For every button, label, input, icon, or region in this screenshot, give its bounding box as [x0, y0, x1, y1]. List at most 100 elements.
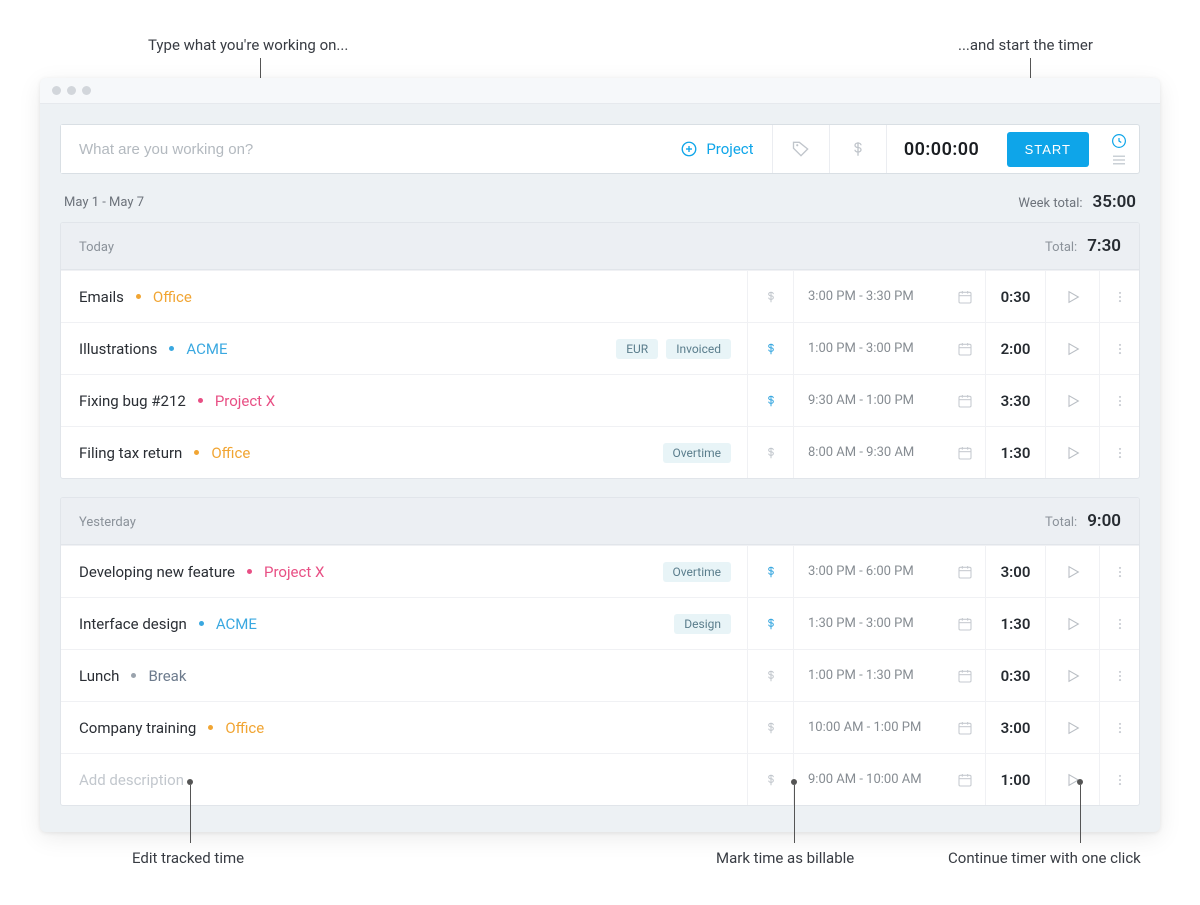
date-picker-button[interactable] — [945, 323, 985, 374]
project-bullet — [198, 398, 203, 403]
entry-menu-button[interactable] — [1099, 650, 1139, 701]
more-vertical-icon — [1113, 392, 1127, 410]
billable-toggle[interactable] — [747, 754, 793, 805]
continue-button[interactable] — [1045, 323, 1099, 374]
timer-display[interactable]: 00:00:00 — [887, 125, 997, 173]
continue-button[interactable] — [1045, 375, 1099, 426]
entry-menu-button[interactable] — [1099, 702, 1139, 753]
tag[interactable]: Design — [674, 614, 731, 634]
entry-duration[interactable]: 1:30 — [985, 598, 1045, 649]
entry-menu-button[interactable] — [1099, 271, 1139, 322]
tag[interactable]: Invoiced — [666, 339, 731, 359]
start-button[interactable]: START — [1007, 132, 1089, 167]
tracker-bar: Project 00:00:00 S — [60, 124, 1140, 174]
entry-project[interactable]: Project X — [215, 392, 275, 410]
entry-menu-button[interactable] — [1099, 546, 1139, 597]
entry-project[interactable]: Break — [148, 667, 186, 685]
tag[interactable]: EUR — [616, 339, 658, 359]
calendar-icon — [957, 772, 973, 788]
more-vertical-icon — [1113, 667, 1127, 685]
entry-project[interactable]: Project X — [264, 563, 324, 581]
billable-toggle[interactable] — [747, 598, 793, 649]
date-picker-button[interactable] — [945, 754, 985, 805]
entry-description[interactable]: Emails — [79, 288, 124, 306]
entry-description[interactable]: Interface design — [79, 615, 187, 633]
billable-toggle[interactable] — [747, 271, 793, 322]
entry-duration[interactable]: 0:30 — [985, 271, 1045, 322]
task-input[interactable] — [61, 125, 662, 173]
entry-description[interactable]: Illustrations — [79, 340, 157, 358]
entry-duration[interactable]: 3:30 — [985, 375, 1045, 426]
entry-duration[interactable]: 1:00 — [985, 754, 1045, 805]
entry-time-range[interactable]: 1:00 PM - 3:00 PM — [793, 323, 945, 374]
project-select[interactable]: Project — [662, 125, 771, 173]
date-picker-button[interactable] — [945, 546, 985, 597]
time-entry: Illustrations ACME EUR Invoiced 1:00 PM - 3:… — [61, 322, 1139, 374]
entry-project[interactable]: Office — [211, 444, 250, 462]
entry-duration[interactable]: 3:00 — [985, 702, 1045, 753]
entry-description[interactable]: Fixing bug #212 — [79, 392, 186, 410]
clock-icon[interactable] — [1110, 132, 1128, 150]
entry-time-range[interactable]: 8:00 AM - 9:30 AM — [793, 427, 945, 478]
date-picker-button[interactable] — [945, 271, 985, 322]
continue-button[interactable] — [1045, 598, 1099, 649]
entry-project[interactable]: ACME — [216, 615, 257, 633]
entry-menu-button[interactable] — [1099, 754, 1139, 805]
tag[interactable]: Overtime — [663, 443, 731, 463]
date-picker-button[interactable] — [945, 702, 985, 753]
time-entry: Company training Office 10:00 AM - 1:00 PM… — [61, 701, 1139, 753]
entry-description[interactable]: Add description — [79, 771, 184, 789]
billable-toggle[interactable] — [747, 702, 793, 753]
continue-button[interactable] — [1045, 427, 1099, 478]
list-icon[interactable] — [1110, 154, 1128, 166]
more-vertical-icon — [1113, 771, 1127, 789]
date-picker-button[interactable] — [945, 427, 985, 478]
billable-toggle[interactable] — [747, 375, 793, 426]
entry-time-range[interactable]: 9:00 AM - 10:00 AM — [793, 754, 945, 805]
billable-toggle[interactable] — [747, 323, 793, 374]
entry-project[interactable]: ACME — [186, 340, 227, 358]
project-bullet — [247, 569, 252, 574]
entry-duration[interactable]: 1:30 — [985, 427, 1045, 478]
billable-toggle[interactable] — [747, 650, 793, 701]
date-picker-button[interactable] — [945, 598, 985, 649]
entry-menu-button[interactable] — [1099, 375, 1139, 426]
continue-button[interactable] — [1045, 650, 1099, 701]
continue-button[interactable] — [1045, 546, 1099, 597]
entry-menu-button[interactable] — [1099, 427, 1139, 478]
continue-button[interactable] — [1045, 754, 1099, 805]
billable-button[interactable] — [830, 125, 886, 173]
annotation-mark-billable: Mark time as billable — [716, 849, 854, 867]
continue-button[interactable] — [1045, 271, 1099, 322]
entry-duration[interactable]: 3:00 — [985, 546, 1045, 597]
entry-time-range[interactable]: 9:30 AM - 1:00 PM — [793, 375, 945, 426]
entry-project[interactable]: Office — [153, 288, 192, 306]
entry-duration[interactable]: 2:00 — [985, 323, 1045, 374]
entry-description[interactable]: Developing new feature — [79, 563, 235, 581]
more-vertical-icon — [1113, 615, 1127, 633]
entry-project[interactable]: Office — [225, 719, 264, 737]
entry-time-range[interactable]: 1:00 PM - 1:30 PM — [793, 650, 945, 701]
entry-menu-button[interactable] — [1099, 323, 1139, 374]
tag-icon — [791, 139, 811, 159]
entry-description[interactable]: Company training — [79, 719, 196, 737]
dollar-icon — [764, 615, 778, 633]
date-picker-button[interactable] — [945, 650, 985, 701]
billable-toggle[interactable] — [747, 427, 793, 478]
entry-time-range[interactable]: 3:00 PM - 3:30 PM — [793, 271, 945, 322]
entry-duration[interactable]: 0:30 — [985, 650, 1045, 701]
billable-toggle[interactable] — [747, 546, 793, 597]
entry-menu-button[interactable] — [1099, 598, 1139, 649]
entry-time-range[interactable]: 10:00 AM - 1:00 PM — [793, 702, 945, 753]
tag[interactable]: Overtime — [663, 562, 731, 582]
project-bullet — [169, 346, 174, 351]
entry-description[interactable]: Lunch — [79, 667, 119, 685]
more-vertical-icon — [1113, 444, 1127, 462]
entry-time-range[interactable]: 1:30 PM - 3:00 PM — [793, 598, 945, 649]
continue-button[interactable] — [1045, 702, 1099, 753]
entry-time-range[interactable]: 3:00 PM - 6:00 PM — [793, 546, 945, 597]
project-bullet — [131, 673, 136, 678]
date-picker-button[interactable] — [945, 375, 985, 426]
entry-description[interactable]: Filing tax return — [79, 444, 182, 462]
tag-button[interactable] — [773, 125, 829, 173]
